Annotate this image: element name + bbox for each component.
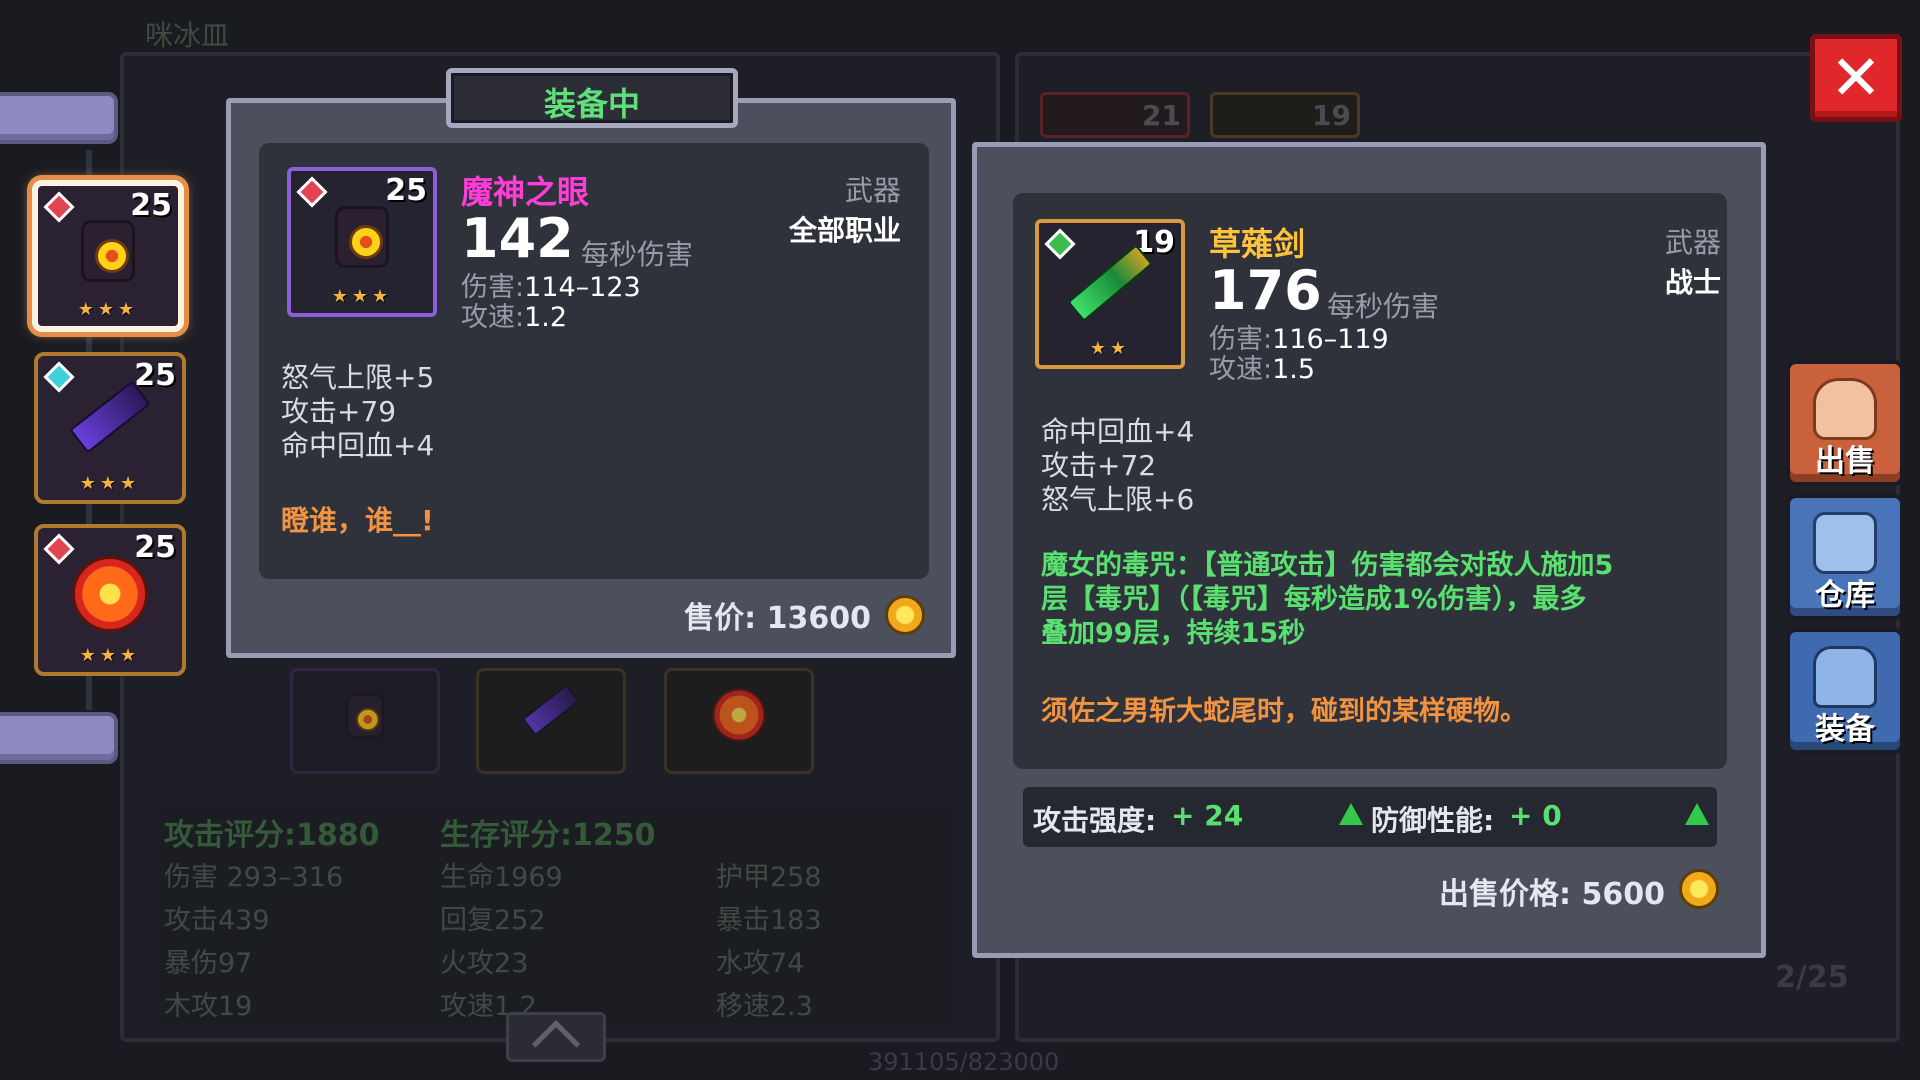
close-button[interactable]: ✕: [1810, 34, 1902, 122]
defense-value: + 0: [1509, 799, 1562, 832]
defense-label: 防御性能:: [1371, 804, 1495, 837]
summary-col-3: 护甲258 暴击183 水攻74 移速2.3: [716, 862, 822, 1022]
dps-label: 每秒伤害: [1327, 290, 1440, 323]
item-stars: ★★★: [331, 286, 393, 307]
rarity-gem-icon: [43, 191, 75, 223]
collapse-button[interactable]: [506, 1012, 606, 1069]
warehouse-button-label: 仓库: [1815, 578, 1875, 613]
slot-stars: ★★★: [79, 645, 141, 666]
compare-item-dps: 176: [1209, 259, 1322, 322]
slot-level: 25: [134, 530, 176, 565]
equipment-button-label: 装备: [1815, 712, 1875, 747]
warehouse-button[interactable]: 仓库: [1786, 494, 1904, 620]
damage-row: 伤害:114–123: [461, 272, 641, 303]
item-flavor-text: 瞪谁，谁__!: [281, 504, 434, 537]
gold-coin-icon: [1679, 869, 1719, 909]
mini-slot-1: 21: [1040, 92, 1190, 138]
top-purple-tab[interactable]: [0, 92, 118, 144]
up-arrow-icon: [1685, 803, 1709, 825]
sun-emblem-icon: [72, 556, 148, 632]
demon-eye-icon: [346, 694, 384, 738]
rarity-gem-icon: [43, 361, 75, 393]
exp-text: 391105/823000: [868, 1048, 1060, 1076]
mini-slot-2: 19: [1210, 92, 1360, 138]
dps-label: 每秒伤害: [581, 238, 694, 271]
sell-button-label: 出售: [1815, 444, 1875, 479]
rarity-gem-icon: [296, 176, 328, 208]
equipment-button[interactable]: 装备: [1786, 628, 1904, 754]
sell-price: 售价: 13600: [684, 601, 871, 636]
compare-item-attributes: 命中回血+4 攻击+72 怒气上限+6: [1041, 415, 1195, 516]
background-title: 咪冰皿: [145, 19, 230, 52]
equipped-tab: 装备中: [446, 68, 738, 128]
gold-coin-icon: [885, 595, 925, 635]
slot-stars: ★★★: [79, 473, 141, 494]
equipped-item-panel: 25 ★★★ 魔神之眼 武器 全部职业 142 每秒伤害 伤害:114–123 …: [226, 98, 956, 658]
rarity-gem-icon: [1044, 228, 1076, 260]
equipped-item-icon-frame: 25 ★★★: [287, 167, 437, 317]
page-indicator: 2/25: [1775, 960, 1849, 995]
sell-button[interactable]: 出售: [1786, 360, 1904, 486]
compare-item-type: 武器: [1664, 226, 1721, 259]
chevron-up-icon: [531, 1019, 581, 1069]
equipment-slot-3[interactable]: 25 ★★★: [34, 524, 186, 676]
money-bag-icon: [1813, 378, 1877, 440]
equipment-slot-2[interactable]: 25 ★★★: [34, 352, 186, 504]
warehouse-icon: [1813, 512, 1877, 574]
attack-score-label: 攻击评分:: [164, 818, 296, 853]
compare-sell-price: 出售价格: 5600: [1439, 877, 1665, 912]
demon-eye-icon: [81, 220, 135, 282]
attack-strength-label: 攻击强度:: [1033, 804, 1157, 837]
purple-blade-icon: [69, 380, 151, 454]
item-level: 25: [385, 173, 427, 208]
slot-stars: ★★★: [77, 299, 139, 320]
slot-level: 25: [130, 188, 172, 223]
compare-flavor-text: 须佐之男斩大蛇尾时，碰到的某样硬物。: [1041, 696, 1527, 727]
inventory-slot-blade[interactable]: [476, 668, 626, 774]
purple-blade-icon: [522, 684, 580, 736]
item-type: 武器: [844, 174, 901, 207]
green-sword-icon: [1067, 244, 1153, 322]
compare-item-class: 战士: [1664, 266, 1721, 299]
comparison-bar: 攻击强度: + 24 防御性能: + 0: [1023, 787, 1717, 847]
attack-score: 1880: [296, 818, 380, 853]
skill-description: 魔女的毒咒：【普通攻击】伤害都会对敌人施加5 层【毒咒】（【毒咒】每秒造成1%伤…: [1041, 550, 1614, 649]
equipment-slot-weapon[interactable]: 25 ★★★: [32, 180, 184, 332]
item-attributes: 怒气上限+5 攻击+79 命中回血+4: [281, 361, 435, 462]
summary-col-2: 生命1969 回复252 火攻23 攻速1.2: [440, 862, 563, 1022]
compare-item-icon-frame: 19 ★★: [1035, 219, 1185, 369]
inventory-slot-sun[interactable]: [664, 668, 814, 774]
item-class: 全部职业: [788, 214, 901, 247]
attack-strength-value: + 24: [1171, 799, 1244, 832]
rarity-gem-icon: [43, 533, 75, 565]
item-dps: 142: [461, 207, 574, 270]
inventory-slot-eye[interactable]: [290, 668, 440, 774]
summary-col-1: 伤害 293–316 攻击439 暴伤97 木攻19: [164, 862, 344, 1022]
speed-row: 攻速:1.2: [461, 302, 568, 333]
summary-panel: 攻击评分:1880 生存评分:1250 伤害 293–316 攻击439 暴伤97 木…: [160, 806, 950, 1028]
compare-damage-row: 伤害:116–119: [1209, 324, 1389, 355]
slot-level: 25: [134, 358, 176, 393]
close-icon: ✕: [1830, 41, 1882, 114]
compare-item-panel: 19 ★★ 草薙剑 武器 战士 176 每秒伤害 伤害:116–119 攻速:1…: [972, 142, 1766, 958]
compare-speed-row: 攻速:1.5: [1209, 354, 1316, 385]
sun-emblem-icon: [712, 688, 766, 742]
up-arrow-icon: [1339, 803, 1363, 825]
demon-eye-icon: [335, 206, 389, 268]
item-stars: ★★: [1089, 338, 1131, 359]
survival-score: 1250: [572, 818, 656, 853]
bottom-purple-tab[interactable]: [0, 712, 118, 764]
armor-icon: [1813, 646, 1877, 708]
survival-score-label: 生存评分:: [440, 818, 572, 853]
